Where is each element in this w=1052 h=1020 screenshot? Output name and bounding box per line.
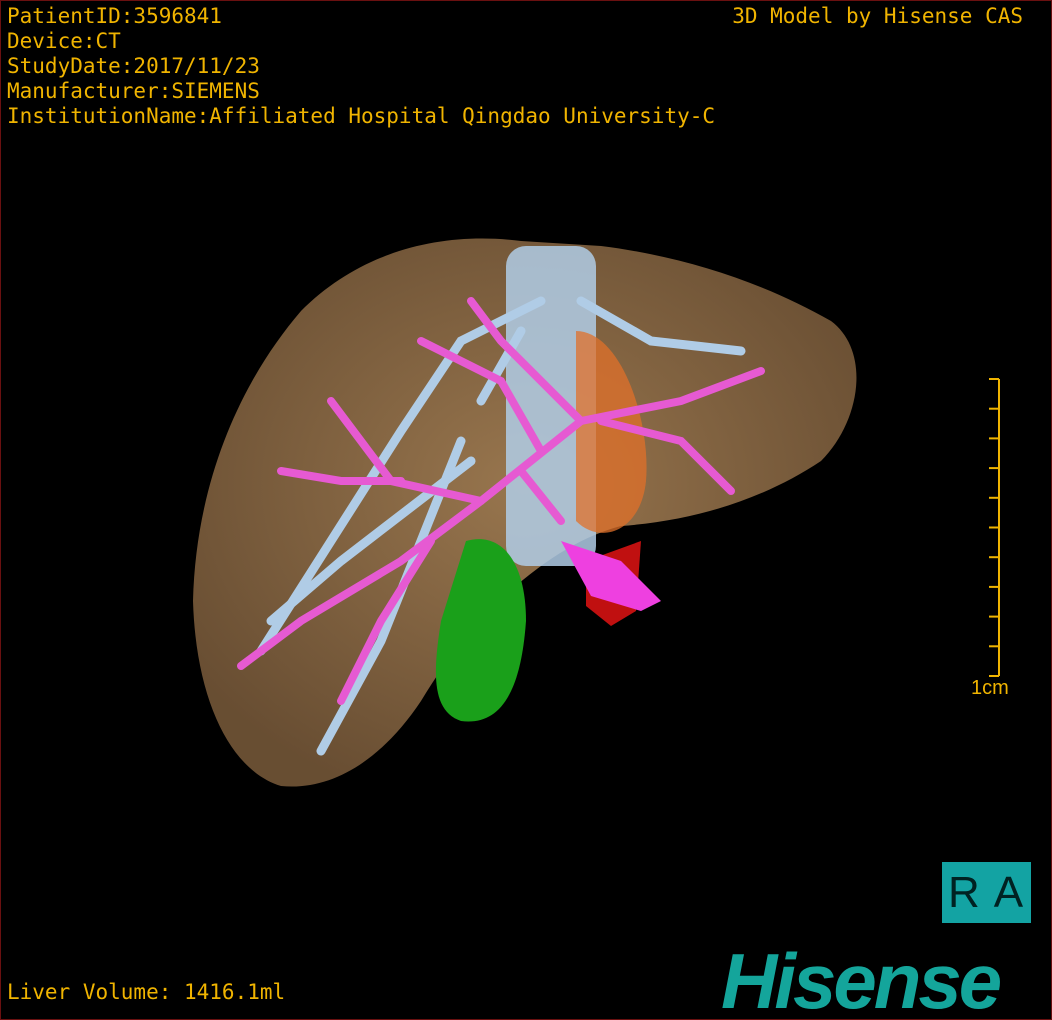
- scale-bar-label: 1cm: [971, 677, 1009, 699]
- manufacturer: Manufacturer:SIEMENS: [7, 79, 260, 103]
- 3d-viewport[interactable]: PatientID:3596841 Device:CT StudyDate:2017…: [0, 0, 1052, 1020]
- liver-3d-model[interactable]: [1, 1, 1051, 1019]
- study-date: StudyDate:2017/11/23: [7, 54, 260, 78]
- brand-text: 3D Model by Hisense CAS: [732, 4, 1023, 28]
- scale-bar: [989, 378, 1000, 677]
- dicom-info-overlay: PatientID:3596841 Device:CT StudyDate:2017…: [7, 4, 715, 129]
- liver-volume: Liver Volume: 1416.1ml: [7, 980, 286, 1004]
- hisense-logo: Hisense: [721, 937, 1002, 1020]
- portal-vein-trunk: [561, 541, 661, 611]
- orientation-indicator: RA: [942, 862, 1031, 923]
- patient-id: PatientID:3596841: [7, 4, 222, 28]
- device: Device:CT: [7, 29, 121, 53]
- institution-name: InstitutionName:Affiliated Hospital Qing…: [7, 104, 716, 128]
